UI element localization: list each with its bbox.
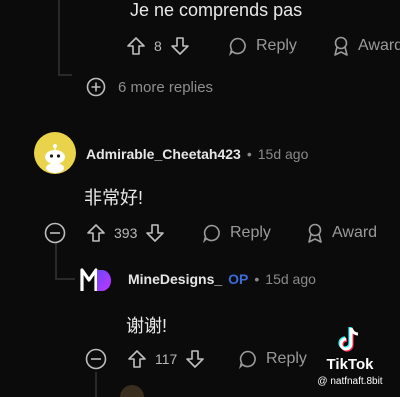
- comment-bubble-icon: [203, 224, 220, 243]
- reply-label: Reply: [230, 224, 271, 241]
- award-icon: [308, 223, 322, 243]
- reply-label: Reply: [266, 350, 307, 367]
- downvote-button[interactable]: [185, 349, 205, 369]
- award-icon: [334, 36, 348, 56]
- more-replies-label: 6 more replies: [118, 78, 214, 96]
- comment-bubble-icon: [239, 350, 256, 369]
- reply-button[interactable]: Reply: [202, 223, 271, 243]
- downvote-button[interactable]: [145, 223, 165, 243]
- collapse-button[interactable]: [44, 222, 66, 249]
- md-logo-icon: [80, 268, 111, 291]
- comment1-vote: 393: [86, 223, 165, 243]
- timestamp: 15d ago: [265, 271, 316, 287]
- timestamp: 15d ago: [257, 146, 309, 162]
- vote-count: 117: [155, 351, 178, 367]
- plus-circle-icon: [86, 77, 106, 97]
- collapse-button[interactable]: [85, 348, 107, 375]
- partial-avatar: [120, 385, 144, 397]
- downvote-icon: [146, 224, 165, 242]
- avatar[interactable]: [80, 265, 112, 295]
- vote-count: 393: [114, 225, 138, 241]
- tiktok-brand: TikTok: [326, 356, 374, 373]
- thread-line-top-curve: [58, 74, 72, 76]
- avatar[interactable]: [34, 132, 76, 174]
- separator-dot: •: [254, 271, 260, 287]
- comment2-header: MineDesigns_ OP • 15d ago: [128, 271, 316, 287]
- minus-circle-icon: [44, 222, 66, 244]
- username[interactable]: Admirable_Cheetah423: [86, 146, 241, 162]
- award-label: Award: [332, 224, 378, 241]
- comment-text: 非常好!: [84, 188, 144, 208]
- upvote-button[interactable]: [127, 349, 147, 369]
- minus-circle-icon: [85, 348, 107, 370]
- op-badge: OP: [228, 271, 249, 287]
- downvote-icon: [170, 37, 189, 55]
- upvote-button[interactable]: [86, 223, 106, 243]
- top-reply-actions: 8: [126, 36, 190, 56]
- nested-connector: [55, 278, 75, 280]
- reply-label: Reply: [256, 37, 297, 54]
- tiktok-watermark: TikTok @ natfnaft.8bit: [304, 326, 396, 396]
- comment-bubble-icon: [229, 37, 246, 56]
- upvote-icon: [127, 37, 145, 55]
- comment1-header: Admirable_Cheetah423 • 15d ago: [86, 146, 308, 162]
- separator-dot: •: [246, 146, 252, 162]
- reply-button[interactable]: Reply: [228, 36, 297, 56]
- tiktok-handle: @ natfnaft.8bit: [317, 376, 383, 387]
- tiktok-logo-icon: [338, 327, 359, 352]
- reply-button[interactable]: Reply: [238, 349, 307, 369]
- upvote-button[interactable]: [126, 36, 146, 56]
- comment2-vote: 117: [127, 349, 205, 369]
- upvote-icon: [87, 224, 105, 242]
- comment-text: 谢谢!: [126, 316, 168, 336]
- snoo-avatar-icon: [45, 144, 65, 173]
- reply-text: Je ne comprends pas: [130, 0, 303, 20]
- downvote-button[interactable]: [170, 36, 190, 56]
- more-replies-link[interactable]: 6 more replies: [86, 77, 213, 97]
- username[interactable]: MineDesigns_: [128, 271, 222, 287]
- upvote-icon: [128, 350, 146, 368]
- vote-count: 8: [154, 38, 162, 54]
- award-button[interactable]: Award: [306, 223, 377, 243]
- award-button[interactable]: Award: [332, 36, 400, 56]
- thread-line-top: [58, 0, 60, 74]
- award-label: Award: [358, 37, 400, 54]
- thread-line-comment2: [95, 372, 97, 397]
- downvote-icon: [186, 350, 205, 368]
